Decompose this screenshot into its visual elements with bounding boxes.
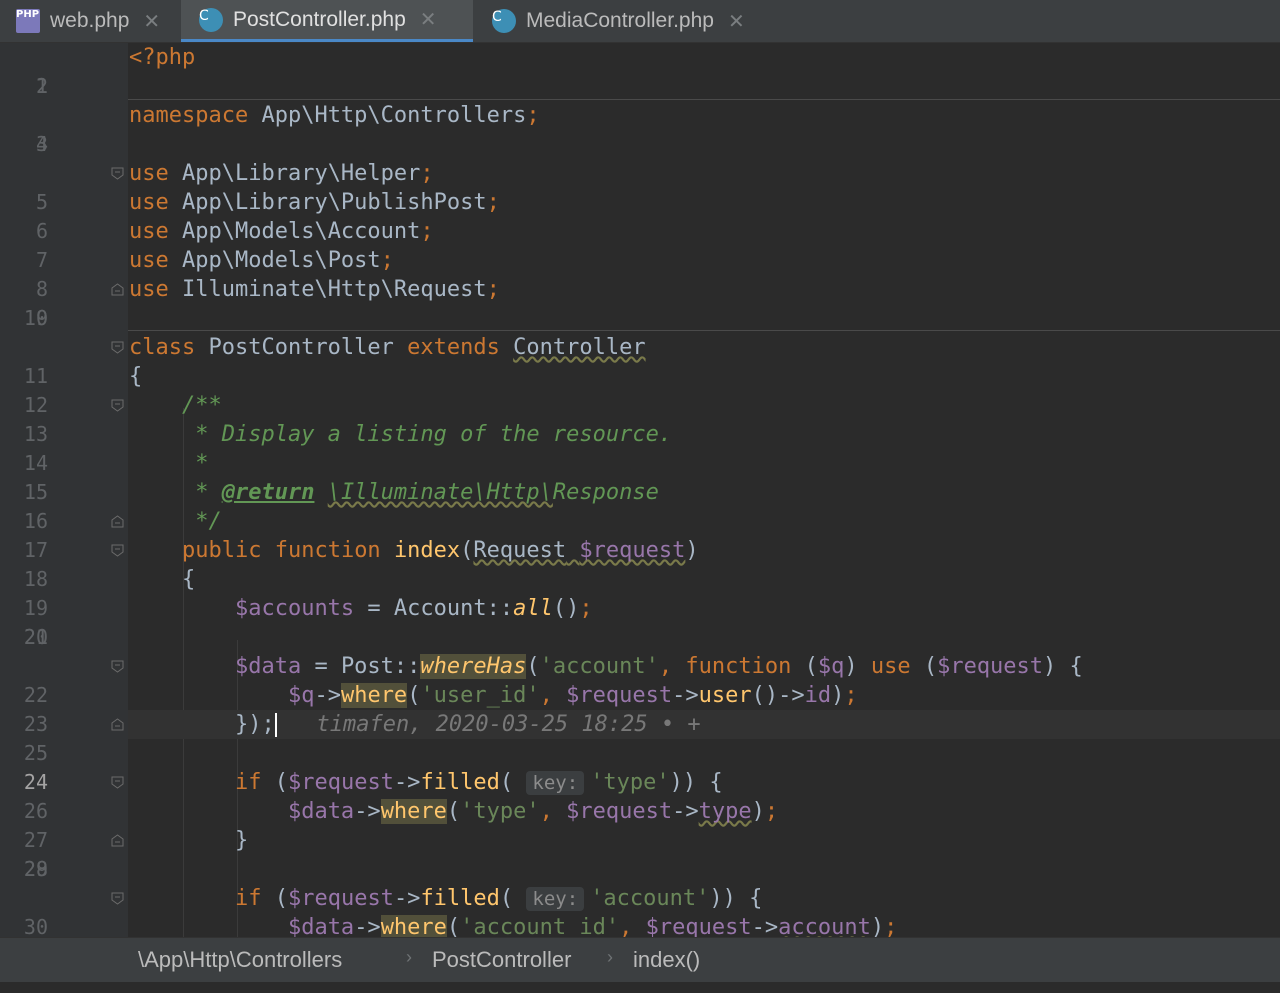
fold-open-icon[interactable]: [111, 660, 124, 673]
code-line: 15 *: [23, 451, 209, 504]
close-icon[interactable]: ✕: [143, 9, 160, 34]
code-line: 16 * @return \Illuminate\Http\Response: [23, 480, 659, 533]
fold-open-icon[interactable]: [111, 167, 124, 180]
code-line: 17 */: [23, 509, 222, 562]
close-icon[interactable]: ✕: [728, 9, 745, 34]
code-line: 1 <?php: [35, 45, 196, 98]
parameter-hint: key:: [526, 771, 585, 795]
tab-label: MediaController.php: [526, 9, 714, 32]
code-line: 9 use Illuminate\Http\Request;: [35, 277, 500, 330]
chevron-right-icon: ›: [607, 947, 613, 967]
code-line: 3 namespace App\Http\Controllers;: [35, 103, 540, 156]
code-line: 6 use App\Library\PublishPost;: [35, 190, 500, 243]
editor-tab-bar: PHP web.php ✕ C PostController.php ✕ C M…: [0, 0, 1280, 43]
class-file-icon: C: [492, 9, 516, 33]
php-file-icon: PHP: [16, 9, 40, 33]
text-caret: [274, 713, 277, 737]
code-line: 31 $data->where('account_id', $request->…: [0, 913, 1280, 937]
code-line: 23 $q->where('user_id', $request->user()…: [23, 683, 858, 736]
code-line: 12 {: [23, 364, 143, 417]
keyword: namespace: [129, 103, 249, 128]
code-line: 18 public function index(Request $reques…: [23, 538, 699, 591]
tab-media-controller[interactable]: C MediaController.php ✕: [474, 0, 784, 42]
code-line: 28 }: [23, 828, 249, 881]
tab-post-controller[interactable]: C PostController.php ✕: [181, 0, 473, 42]
fold-open-icon[interactable]: [111, 776, 124, 789]
fold-close-icon[interactable]: [111, 515, 124, 528]
fold-open-icon[interactable]: [111, 544, 124, 557]
current-line: 24 }); timafen, 2020-03-25 18:25 • +: [0, 710, 1280, 794]
tab-label: web.php: [50, 9, 130, 32]
code-line: 25: [23, 741, 48, 765]
chevron-right-icon: ›: [406, 947, 412, 967]
code-line: 13 /**: [23, 393, 222, 446]
code-line: 5 use App\Library\Helper;: [35, 161, 434, 214]
breadcrumb-namespace[interactable]: \App\Http\Controllers: [138, 947, 342, 973]
code-line: 7 use App\Models\Account;: [35, 219, 434, 272]
code-line: 21: [23, 625, 48, 649]
close-icon[interactable]: ✕: [420, 7, 437, 32]
code-line: 10: [23, 306, 48, 330]
git-blame-annotation: timafen, 2020-03-25 18:25 • +: [316, 712, 701, 737]
code-line: 29: [23, 857, 48, 881]
fold-close-icon[interactable]: [111, 718, 124, 731]
tab-web-php[interactable]: PHP web.php ✕: [0, 0, 180, 42]
breadcrumb-method[interactable]: index(): [633, 947, 700, 973]
parameter-hint: key:: [526, 887, 585, 911]
php-open-tag: <?php: [129, 45, 196, 70]
breadcrumb-class[interactable]: PostController: [432, 947, 571, 973]
code-line: 27 $data->where('type', $request->type);: [23, 799, 779, 852]
code-line: 11 class PostController extends Controll…: [23, 335, 646, 388]
code-line: 26 if ($request->filled( key:'type')) {: [23, 770, 723, 823]
class-file-icon: C: [199, 7, 223, 32]
code-line: 22 $data = Post::whereHas('account', fun…: [23, 654, 1083, 707]
bottom-strip: [0, 982, 1280, 993]
code-line: 30 if ($request->filled( key:'account'))…: [23, 886, 763, 937]
tab-label: PostController.php: [233, 7, 406, 31]
fold-close-icon[interactable]: [111, 283, 124, 296]
code-line: 4: [35, 132, 48, 156]
code-editor[interactable]: 1 <?php 2 3 namespace App\Http\Controlle…: [0, 43, 1280, 937]
fold-close-icon[interactable]: [111, 834, 124, 847]
code-line: 2: [35, 74, 48, 98]
fold-open-icon[interactable]: [111, 399, 124, 412]
fold-open-icon[interactable]: [111, 341, 124, 354]
code-line: 8 use App\Models\Post;: [35, 248, 394, 301]
code-line: 20 $accounts = Account::all();: [23, 596, 593, 649]
code-line: 19 {: [23, 567, 196, 620]
code-line: 14 * Display a listing of the resource.: [23, 422, 673, 475]
fold-open-icon[interactable]: [111, 892, 124, 905]
breadcrumb: \App\Http\Controllers › PostController ›…: [0, 937, 1280, 983]
namespace-name: App\Http\Controllers: [248, 103, 527, 128]
